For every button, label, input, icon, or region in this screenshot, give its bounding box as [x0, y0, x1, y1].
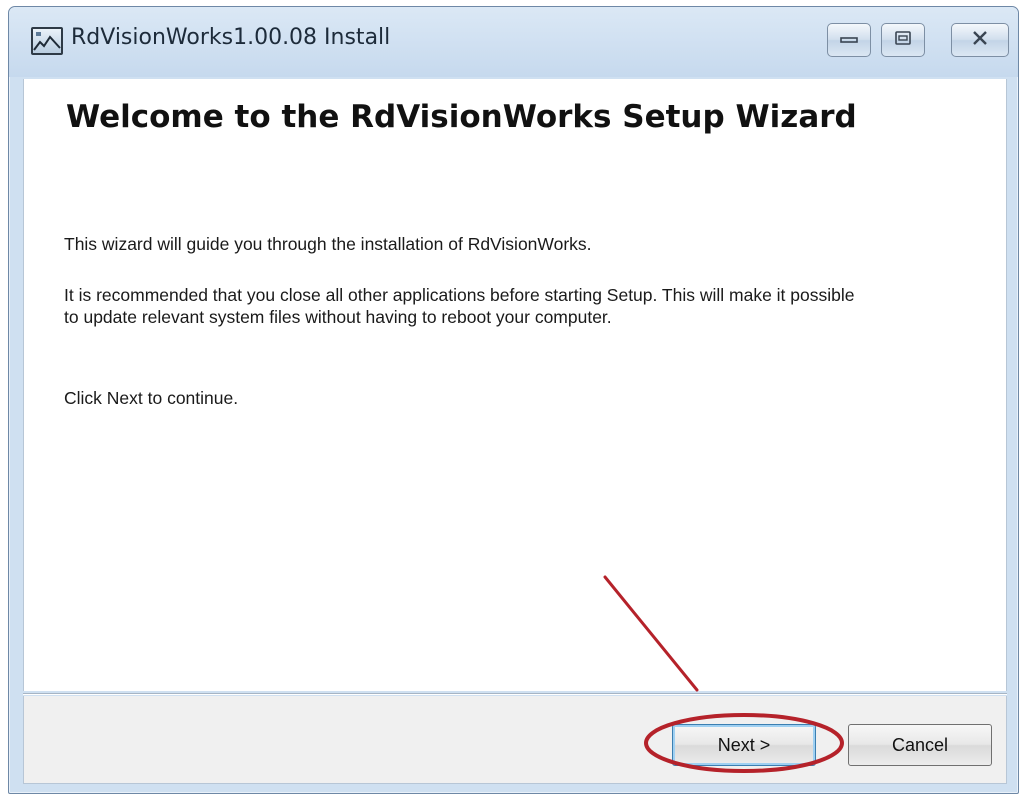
minimize-icon	[839, 31, 859, 49]
next-button[interactable]: Next >	[672, 724, 816, 766]
wizard-heading: Welcome to the RdVisionWorks Setup Wizar…	[66, 99, 857, 135]
footer-divider	[23, 693, 1007, 695]
window-title: RdVisionWorks1.00.08 Install	[71, 25, 391, 50]
close-button[interactable]	[951, 23, 1009, 57]
intro-paragraph: This wizard will guide you through the i…	[64, 234, 592, 254]
installer-app-icon	[31, 27, 63, 55]
recommendation-paragraph: It is recommended that you close all oth…	[64, 285, 855, 327]
continue-instruction: Click Next to continue.	[64, 388, 239, 408]
wizard-content: Welcome to the RdVisionWorks Setup Wizar…	[23, 79, 1007, 691]
maximize-icon	[893, 30, 913, 51]
close-icon	[969, 29, 991, 52]
installer-window: RdVisionWorks1.00.08 Install Welcome to …	[8, 6, 1019, 794]
button-bar: Next > Cancel	[23, 696, 1007, 784]
maximize-button[interactable]	[881, 23, 925, 57]
minimize-button[interactable]	[827, 23, 871, 57]
cancel-button[interactable]: Cancel	[848, 724, 992, 766]
title-bar[interactable]: RdVisionWorks1.00.08 Install	[9, 7, 1018, 77]
